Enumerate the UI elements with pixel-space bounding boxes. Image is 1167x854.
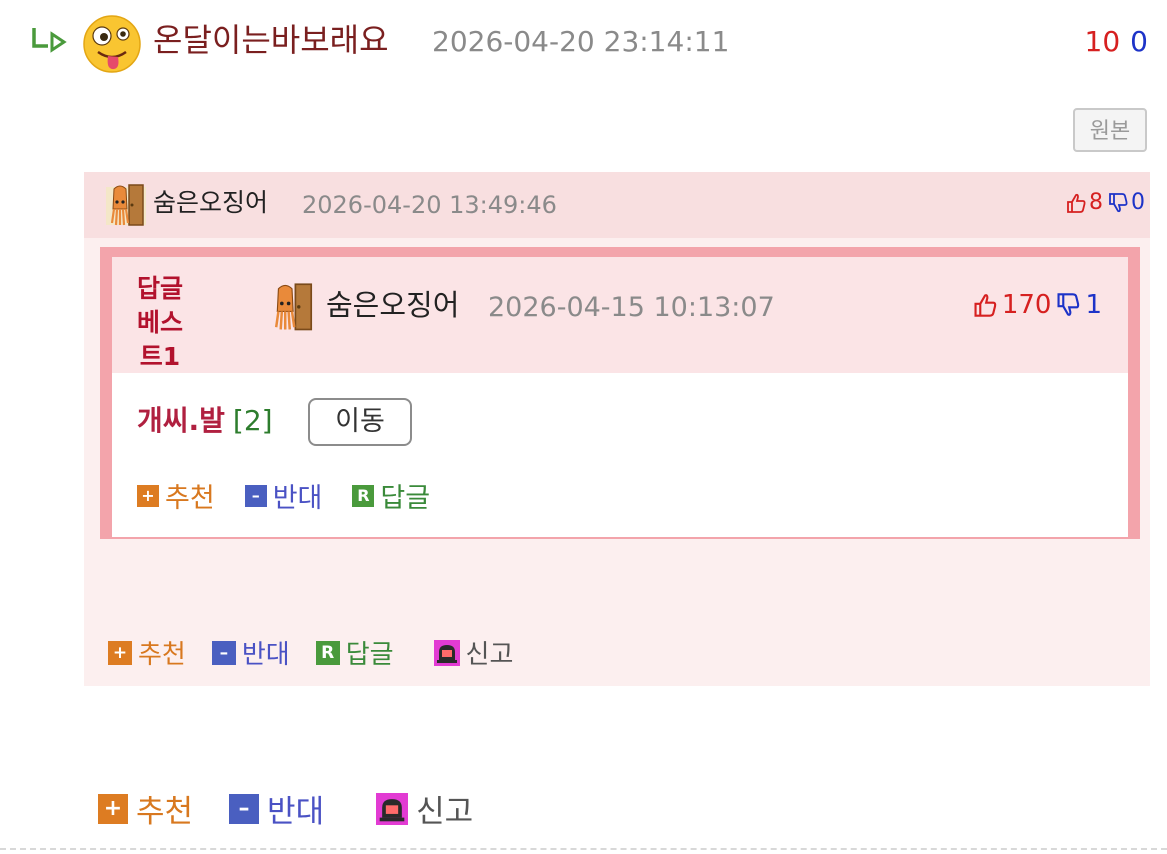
best-reply-datetime: 2026-04-15 10:13:07: [488, 292, 775, 323]
best-reply-label-line1: 답글: [136, 274, 183, 303]
reply-author-nickname[interactable]: 온달이는바보래요: [153, 20, 389, 60]
plus-icon: +: [98, 793, 128, 824]
oppose-label: 반대: [241, 640, 290, 670]
reply-vote-counts: 10 0: [1085, 24, 1148, 60]
best-reply-label-line2: 베스트1: [136, 308, 183, 371]
best-oppose-button[interactable]: – 반대: [244, 476, 323, 515]
siren-icon: [376, 792, 409, 825]
oppose-button[interactable]: – 반대: [229, 786, 324, 831]
best-reply-actions: + 추천 – 반대 R 답글: [137, 476, 460, 515]
best-reply-text: 개씨.발 [2]: [137, 404, 273, 438]
reply-r-icon: R: [352, 484, 375, 507]
best-reply-button[interactable]: R 답글: [352, 476, 430, 515]
reply-upvote-count: 10: [1084, 25, 1121, 58]
minus-icon: –: [244, 484, 267, 507]
best-reply-vote-counts: 170 1: [972, 286, 1102, 324]
plus-icon: +: [137, 484, 159, 507]
minus-icon: –: [229, 793, 260, 824]
thumb-down-icon: [1057, 293, 1080, 316]
quoted-comment-actions: + 추천 – 반대 R 답글 신고: [108, 634, 539, 671]
zany-face-icon: [83, 15, 141, 73]
squid-avatar-icon: [269, 283, 315, 331]
best-reply-upvote-count: 170: [1001, 290, 1052, 320]
siren-icon: [433, 639, 460, 666]
quoted-oppose-button[interactable]: – 반대: [211, 634, 290, 671]
reply-label: 답글: [345, 640, 394, 670]
quoted-author-nickname[interactable]: 숨은오징어: [153, 186, 268, 220]
recommend-button[interactable]: + 추천: [98, 786, 193, 831]
quoted-reply-button[interactable]: R 답글: [315, 634, 394, 671]
squid-avatar-icon: [106, 184, 146, 226]
view-original-button[interactable]: 원본: [1073, 108, 1147, 152]
quoted-recommend-button[interactable]: + 추천: [108, 634, 186, 671]
thumb-up-icon: [1067, 193, 1086, 213]
thumb-down-icon: [1109, 193, 1128, 213]
reply-r-icon: R: [315, 640, 340, 665]
quoted-datetime: 2026-04-20 13:49:46: [302, 191, 557, 219]
best-reply-content: 개씨.발: [137, 404, 225, 437]
quoted-report-button[interactable]: 신고: [433, 634, 514, 671]
best-reply-downvote-count: 1: [1085, 290, 1102, 320]
oppose-label: 반대: [272, 483, 323, 514]
best-reply-reply-count[interactable]: [2]: [233, 404, 273, 437]
report-button[interactable]: 신고: [376, 786, 473, 831]
recommend-label: 추천: [165, 483, 215, 514]
recommend-label: 추천: [136, 794, 194, 830]
recommend-label: 추천: [138, 640, 186, 670]
quoted-vote-counts: 8 0: [1065, 186, 1145, 220]
reply-datetime: 2026-04-20 23:14:11: [432, 25, 730, 58]
minus-icon: –: [211, 640, 236, 665]
divider: [0, 848, 1167, 850]
move-button[interactable]: 이동: [308, 398, 412, 446]
report-label: 신고: [416, 794, 474, 830]
thumb-up-icon: [974, 294, 997, 317]
oppose-label: 반대: [267, 794, 325, 830]
reply-arrow-icon: [32, 28, 67, 53]
best-recommend-button[interactable]: + 추천: [137, 476, 215, 515]
reply-label: 답글: [380, 483, 431, 514]
best-reply-author-nickname[interactable]: 숨은오징어: [326, 286, 459, 324]
reply-actions: + 추천 – 반대 신고: [98, 786, 509, 831]
quoted-upvote-count: 8: [1089, 190, 1103, 215]
report-label: 신고: [465, 640, 514, 670]
plus-icon: +: [108, 640, 132, 665]
quoted-downvote-count: 0: [1131, 190, 1145, 215]
reply-downvote-count: 0: [1130, 25, 1148, 58]
best-reply-label: 답글 베스트1: [128, 272, 192, 374]
